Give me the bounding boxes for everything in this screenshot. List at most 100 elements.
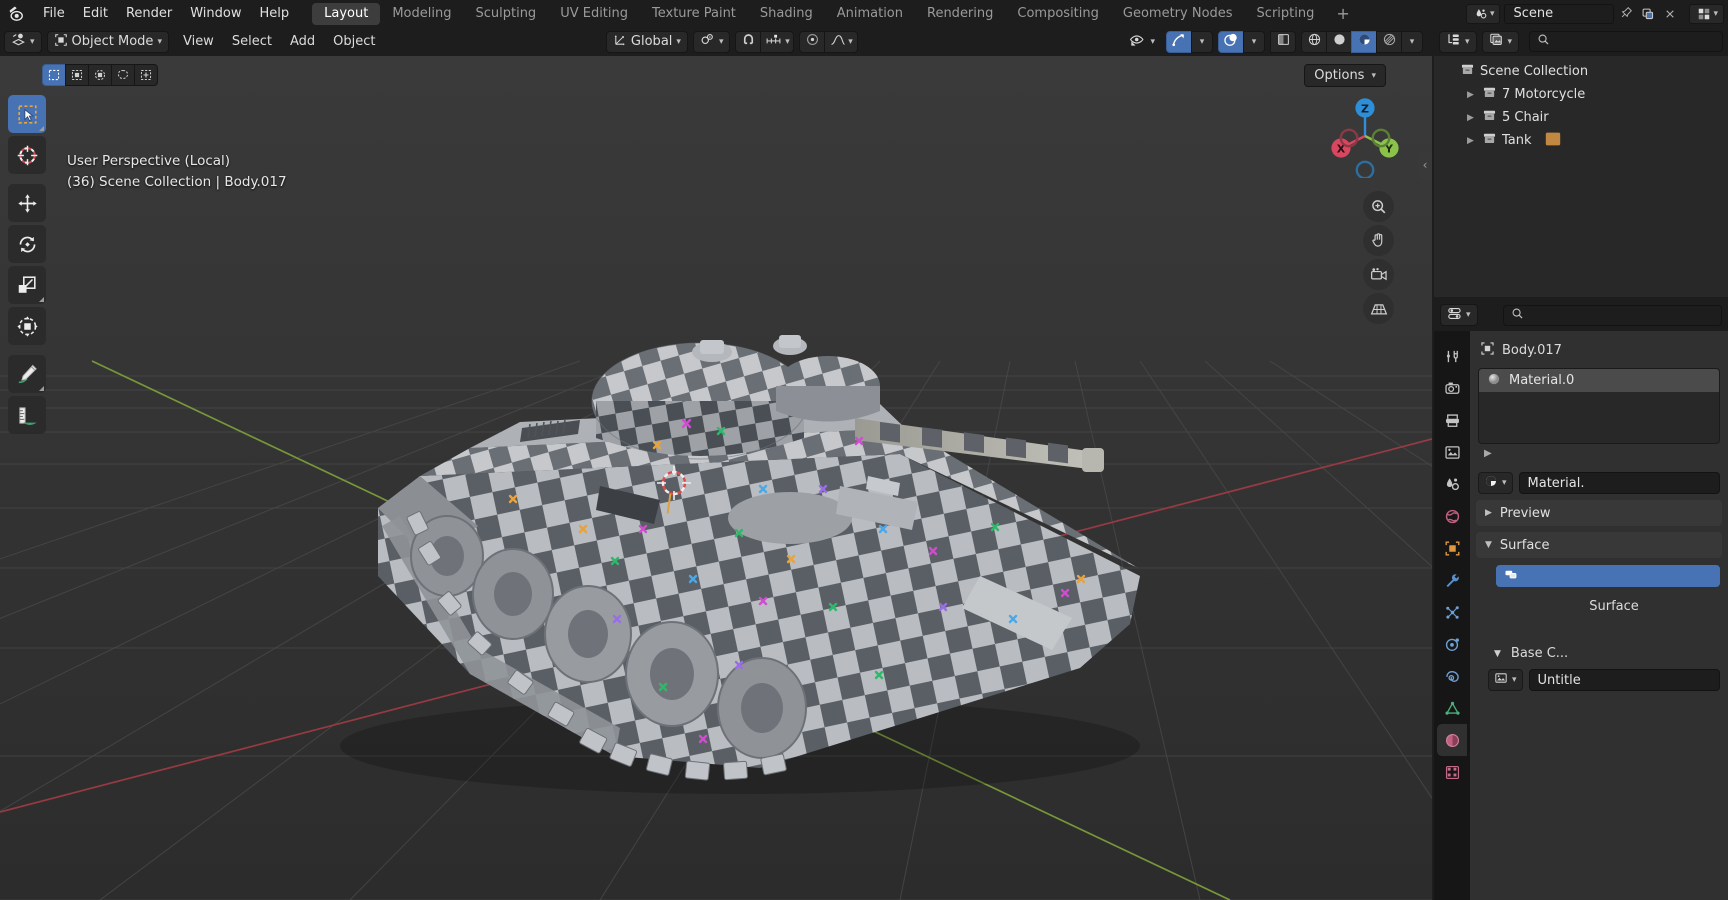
menu-window[interactable]: Window — [181, 0, 250, 27]
xray-toggle[interactable] — [1270, 30, 1296, 53]
transform-orientation-selector[interactable]: Global ▾ — [605, 30, 688, 53]
viewport-menu-add[interactable]: Add — [281, 31, 324, 53]
panel-surface-header[interactable]: ▼ Surface — [1476, 532, 1722, 558]
outliner-row-scene-collection[interactable]: Scene Collection — [1434, 60, 1728, 83]
pin-icon[interactable] — [1614, 6, 1639, 22]
tab-rendering[interactable]: Rendering — [915, 3, 1005, 25]
texture-properties-tab-icon[interactable] — [1437, 756, 1467, 788]
menu-edit[interactable]: Edit — [74, 0, 117, 27]
object-visibility-selector[interactable]: ▾ — [1123, 31, 1161, 53]
chevron-down-icon[interactable]: ▼ — [1494, 649, 1501, 659]
tab-geometry-nodes[interactable]: Geometry Nodes — [1111, 3, 1245, 25]
properties-editor-type-button[interactable]: ▾ — [1440, 304, 1478, 326]
tab-compositing[interactable]: Compositing — [1005, 3, 1111, 25]
scene-browse-button[interactable]: ▾ — [1465, 3, 1501, 24]
annotate-tool-icon[interactable] — [8, 355, 46, 393]
proportional-editing-toggle[interactable] — [799, 30, 826, 53]
overlays-toggle[interactable] — [1218, 30, 1244, 53]
outliner-row-chair[interactable]: ▶ 5 Chair — [1434, 106, 1728, 129]
panel-preview-header[interactable]: ▶ Preview — [1476, 500, 1722, 526]
overlays-options-dropdown[interactable]: ▾ — [1243, 30, 1265, 53]
snap-target-selector[interactable]: ▾ — [760, 30, 795, 53]
base-color-row[interactable]: ▼ Base C... — [1494, 646, 1728, 661]
duplicate-scene-icon[interactable] — [1639, 5, 1657, 23]
viewport-menu-view[interactable]: View — [174, 31, 223, 53]
viewport-sidebar-toggle[interactable]: ‹ — [1418, 151, 1432, 179]
material-slot-expand-toggle[interactable]: ▶ — [1470, 444, 1728, 465]
tab-sculpting[interactable]: Sculpting — [463, 3, 548, 25]
select-lasso-button[interactable] — [111, 64, 135, 86]
viewport-options-button[interactable]: Options ▾ — [1304, 64, 1386, 87]
editor-type-button[interactable]: ▾ — [4, 30, 42, 53]
outliner-search-input[interactable] — [1529, 31, 1723, 52]
view-layer-browse-button[interactable]: ▾ — [1689, 3, 1724, 24]
gizmo-toggle[interactable] — [1166, 30, 1192, 53]
cursor-tool-icon[interactable] — [8, 136, 46, 174]
interaction-mode-selector[interactable]: Object Mode ▾ — [46, 30, 169, 53]
zoom-view-button[interactable] — [1363, 191, 1394, 222]
modifier-properties-tab-icon[interactable] — [1437, 564, 1467, 596]
outliner-row-motorcycle[interactable]: ▶ 7 Motorcycle — [1434, 83, 1728, 106]
pivot-point-selector[interactable]: ▾ — [692, 30, 731, 53]
chevron-right-icon[interactable]: ▶ — [1464, 113, 1477, 123]
move-tool-icon[interactable] — [8, 184, 46, 222]
camera-view-button[interactable] — [1363, 259, 1394, 290]
shading-solid-button[interactable] — [1326, 30, 1352, 53]
tab-modeling[interactable]: Modeling — [380, 3, 463, 25]
toggle-perspective-button[interactable] — [1363, 293, 1394, 324]
render-properties-tab-icon[interactable] — [1437, 372, 1467, 404]
chevron-right-icon[interactable]: ▶ — [1464, 136, 1477, 146]
shading-material-preview-button[interactable] — [1351, 30, 1377, 53]
select-circle-button[interactable] — [88, 64, 112, 86]
properties-search-input[interactable] — [1502, 304, 1722, 326]
proportional-falloff-selector[interactable]: ▾ — [824, 30, 859, 53]
close-icon[interactable] — [1661, 5, 1679, 23]
viewport-menu-select[interactable]: Select — [223, 31, 281, 53]
outliner-row-tank[interactable]: ▶ Tank — [1434, 129, 1728, 152]
tab-scripting[interactable]: Scripting — [1245, 3, 1327, 25]
particle-properties-tab-icon[interactable] — [1437, 596, 1467, 628]
material-slot-row[interactable]: Material.0 — [1479, 369, 1719, 392]
shading-wireframe-button[interactable] — [1301, 30, 1327, 53]
gizmo-options-dropdown[interactable]: ▾ — [1191, 30, 1213, 53]
tab-shading[interactable]: Shading — [748, 3, 825, 25]
outliner-tree[interactable]: Scene Collection ▶ 7 Motorcycle ▶ 5 Chai… — [1434, 56, 1728, 297]
object-data-properties-tab-icon[interactable] — [1437, 692, 1467, 724]
select-tweak-button[interactable] — [42, 64, 66, 86]
world-properties-tab-icon[interactable] — [1437, 500, 1467, 532]
tab-layout[interactable]: Layout — [312, 2, 381, 25]
chevron-right-icon[interactable]: ▶ — [1464, 90, 1477, 100]
3d-viewport[interactable]: Options ▾ User Perspective (Local) (36) … — [0, 56, 1432, 900]
physics-properties-tab-icon[interactable] — [1437, 628, 1467, 660]
menu-help[interactable]: Help — [251, 0, 299, 27]
rotate-tool-icon[interactable] — [8, 225, 46, 263]
pan-view-button[interactable] — [1363, 225, 1394, 256]
scale-tool-icon[interactable] — [8, 266, 46, 304]
tank-model[interactable] — [0, 56, 1432, 900]
viewport-menu-object[interactable]: Object — [324, 31, 384, 53]
menu-file[interactable]: File — [34, 0, 74, 27]
transform-tool-icon[interactable] — [8, 307, 46, 345]
shading-rendered-button[interactable] — [1376, 30, 1402, 53]
tab-texture-paint[interactable]: Texture Paint — [640, 3, 748, 25]
tab-animation[interactable]: Animation — [825, 3, 915, 25]
output-properties-tab-icon[interactable] — [1437, 404, 1467, 436]
view-layer-properties-tab-icon[interactable] — [1437, 436, 1467, 468]
outliner-display-mode-button[interactable]: ▾ — [1439, 30, 1477, 53]
browse-material-button[interactable]: ▾ — [1478, 472, 1513, 494]
snap-magnet-toggle[interactable] — [735, 30, 762, 53]
menu-render[interactable]: Render — [117, 0, 181, 27]
scene-name-field[interactable]: Scene — [1504, 3, 1615, 24]
surface-shader-button[interactable] — [1496, 565, 1720, 587]
navigation-gizmo[interactable]: Z X Y — [1323, 94, 1407, 178]
select-box-button[interactable] — [65, 64, 89, 86]
select-extend-button[interactable] — [134, 64, 158, 86]
blender-logo-icon[interactable] — [0, 0, 34, 27]
material-name-field[interactable]: Material. — [1518, 472, 1720, 494]
object-properties-tab-icon[interactable] — [1437, 532, 1467, 564]
browse-image-button[interactable]: ▾ — [1488, 669, 1523, 691]
add-workspace-button[interactable]: + — [1326, 0, 1359, 27]
constraint-properties-tab-icon[interactable] — [1437, 660, 1467, 692]
outliner-filter-button[interactable]: ▾ — [1481, 30, 1520, 53]
tab-uv-editing[interactable]: UV Editing — [548, 3, 640, 25]
